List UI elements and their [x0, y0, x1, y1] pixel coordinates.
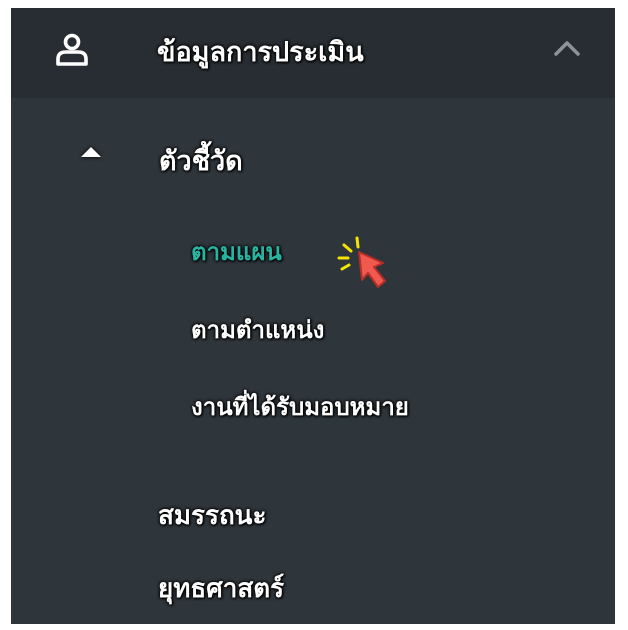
- chevron-up-icon[interactable]: [552, 37, 582, 59]
- submenu-item-by-position[interactable]: ตามตำแหน่ง: [191, 310, 324, 349]
- menu-item-strategy[interactable]: ยุทธศาสตร์: [158, 568, 284, 609]
- sidebar-menu: ข้อมูลการประเมิน ตัวชี้วัด ตามแผน ตามตำแ…: [11, 8, 615, 624]
- menu-header-label: ข้อมูลการประเมิน: [157, 37, 364, 68]
- menu-header-evaluation[interactable]: ข้อมูลการประเมิน: [11, 8, 615, 98]
- menu-section-label: ตัวชี้วัด: [159, 146, 243, 177]
- submenu-item-by-plan[interactable]: ตามแผน: [191, 232, 282, 271]
- triangle-up-icon: [81, 147, 101, 157]
- submenu-item-assigned-work[interactable]: งานที่ได้รับมอบหมาย: [191, 387, 409, 426]
- user-icon: [56, 33, 88, 66]
- menu-item-competency[interactable]: สมรรถนะ: [158, 495, 266, 536]
- hand-pointer-click-icon: [337, 236, 386, 288]
